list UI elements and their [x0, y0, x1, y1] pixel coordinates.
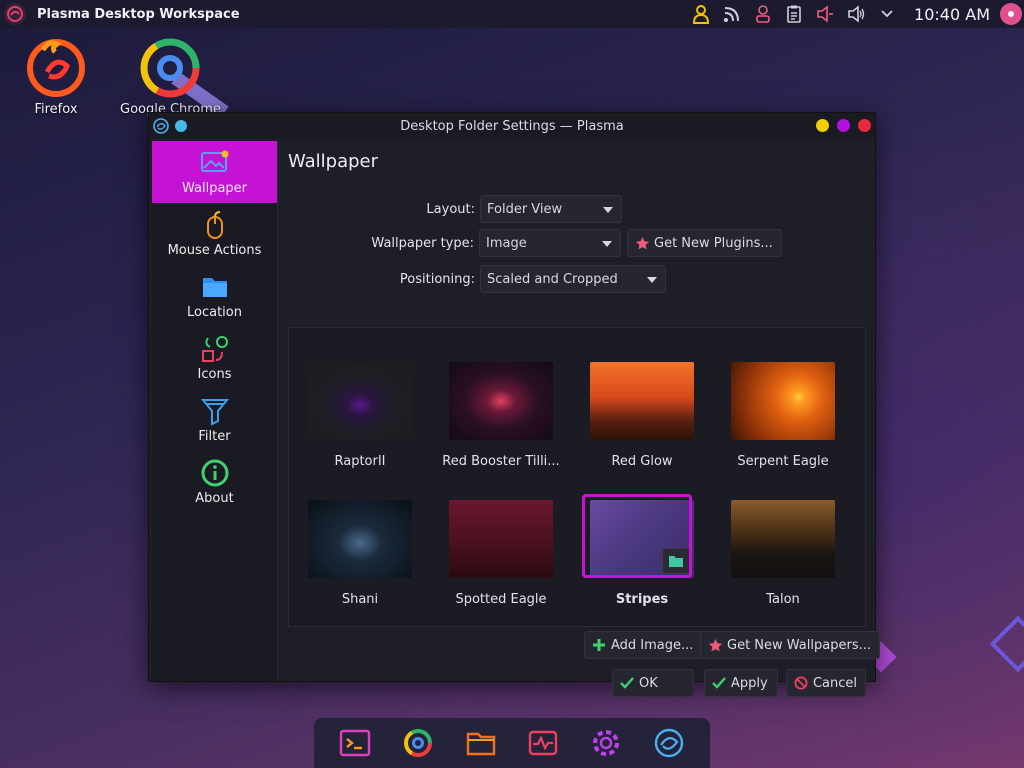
- volume-muted-icon[interactable]: [813, 2, 837, 26]
- wallpaper-thumb[interactable]: RaptorII: [295, 362, 425, 469]
- apply-button[interactable]: Apply: [704, 669, 778, 697]
- minimize-button[interactable]: [816, 119, 829, 132]
- window-title: Desktop Folder Settings — Plasma: [400, 118, 624, 134]
- rss-icon[interactable]: [720, 2, 744, 26]
- ok-button[interactable]: OK: [612, 669, 694, 697]
- cancel-button[interactable]: Cancel: [786, 669, 866, 697]
- wallpaper-thumb[interactable]: Red Booster Tilli...: [436, 362, 566, 469]
- wallpaper-preview: [590, 500, 694, 578]
- firefox-icon: [25, 36, 87, 98]
- clipboard-icon[interactable]: [782, 2, 806, 26]
- volume-icon[interactable]: [844, 2, 868, 26]
- wallpaper-shape: [989, 615, 1024, 673]
- cancel-icon: [793, 675, 809, 691]
- wallpaper-preview: [731, 362, 835, 440]
- open-folder-button[interactable]: [662, 548, 690, 574]
- filter-icon: [200, 396, 230, 426]
- wallpaper-thumb[interactable]: Red Glow: [577, 362, 707, 469]
- chevron-down-icon: [647, 277, 657, 283]
- positioning-select[interactable]: Scaled and Cropped: [480, 265, 666, 293]
- application-launcher-icon[interactable]: [4, 3, 26, 25]
- workspace-title: Plasma Desktop Workspace: [37, 6, 240, 22]
- close-button[interactable]: [858, 119, 871, 132]
- wallpaper-thumb[interactable]: Spotted Eagle: [436, 500, 566, 607]
- settings-content: Wallpaper Layout: Folder View Wallpaper …: [280, 141, 880, 697]
- wallpaper-preview: [449, 362, 553, 440]
- checkmark-icon: [619, 675, 635, 691]
- layout-label: Layout:: [426, 201, 475, 217]
- settings-sidebar: Wallpaper Mouse Actions Location Icons F…: [152, 141, 278, 681]
- wallpaper-thumb-selected[interactable]: Stripes: [577, 494, 707, 607]
- wallpaper-preview: [449, 500, 553, 578]
- user-avatar[interactable]: [1000, 3, 1022, 25]
- system-monitor-icon[interactable]: [527, 727, 559, 759]
- chevron-down-icon: [602, 241, 612, 247]
- positioning-label: Positioning:: [399, 271, 475, 287]
- star-icon: [707, 637, 723, 653]
- person-icon[interactable]: [751, 2, 775, 26]
- folder-icon: [200, 272, 230, 302]
- layout-select[interactable]: Folder View: [480, 195, 622, 223]
- wallpaper-type-label: Wallpaper type:: [371, 235, 474, 251]
- terminal-icon[interactable]: [339, 727, 371, 759]
- sidebar-item-mouse-actions[interactable]: Mouse Actions: [152, 203, 277, 265]
- sidebar-item-icons[interactable]: Icons: [152, 327, 277, 389]
- clock[interactable]: 10:40 AM: [914, 5, 990, 24]
- wallpaper-icon: [200, 148, 230, 178]
- wallpaper-preview: [308, 362, 412, 440]
- sidebar-item-about[interactable]: About: [152, 451, 277, 513]
- star-icon: [634, 235, 650, 251]
- sidebar-item-wallpaper[interactable]: Wallpaper: [152, 141, 277, 203]
- info-icon: [200, 458, 230, 488]
- mouse-icon: [200, 210, 230, 240]
- layout-row: Layout: Folder View: [280, 195, 622, 223]
- shapes-icon: [200, 334, 230, 364]
- chrome-icon[interactable]: [402, 727, 434, 759]
- wallpaper-type-select[interactable]: Image: [479, 229, 621, 257]
- plus-icon: [591, 637, 607, 653]
- chevron-down-icon: [603, 207, 613, 213]
- get-new-wallpapers-button[interactable]: Get New Wallpapers...: [700, 631, 880, 659]
- top-panel: Plasma Desktop Workspace 10:40 AM: [0, 0, 1024, 28]
- wallpaper-type-row: Wallpaper type: Image Get New Plugins...: [280, 229, 782, 257]
- chrome-icon: [139, 36, 201, 98]
- pin-icon[interactable]: [175, 120, 187, 132]
- system-tray: 10:40 AM: [689, 0, 1024, 28]
- plasma-settings-icon[interactable]: [653, 727, 685, 759]
- user-icon[interactable]: [689, 2, 713, 26]
- desktop-icon-firefox[interactable]: Firefox: [6, 36, 106, 117]
- settings-window: Desktop Folder Settings — Plasma Wallpap…: [148, 112, 880, 697]
- wallpaper-preview: [308, 500, 412, 578]
- file-manager-icon[interactable]: [465, 727, 497, 759]
- wallpaper-grid: RaptorII Red Booster Tilli... Red Glow S…: [288, 327, 866, 627]
- wallpaper-preview: [590, 362, 694, 440]
- page-title: Wallpaper: [288, 151, 379, 172]
- wallpaper-preview: [731, 500, 835, 578]
- task-manager-dock: [314, 718, 710, 768]
- checkmark-icon: [711, 675, 727, 691]
- wallpaper-thumb[interactable]: Serpent Eagle: [718, 362, 848, 469]
- maximize-button[interactable]: [837, 119, 850, 132]
- sidebar-item-location[interactable]: Location: [152, 265, 277, 327]
- get-new-plugins-button[interactable]: Get New Plugins...: [627, 229, 782, 257]
- plasma-icon: [153, 118, 169, 134]
- wallpaper-thumb[interactable]: Talon: [718, 500, 848, 607]
- desktop-icon-label: Firefox: [34, 102, 78, 117]
- desktop-icon-chrome[interactable]: Google Chrome: [120, 36, 221, 117]
- positioning-row: Positioning: Scaled and Cropped: [280, 265, 666, 293]
- wallpaper-thumb[interactable]: Shani: [295, 500, 425, 607]
- settings-gear-icon[interactable]: [590, 727, 622, 759]
- add-image-button[interactable]: Add Image...: [584, 631, 703, 659]
- sidebar-item-filter[interactable]: Filter: [152, 389, 277, 451]
- window-titlebar[interactable]: Desktop Folder Settings — Plasma: [149, 113, 875, 139]
- chevron-down-icon[interactable]: [875, 2, 899, 26]
